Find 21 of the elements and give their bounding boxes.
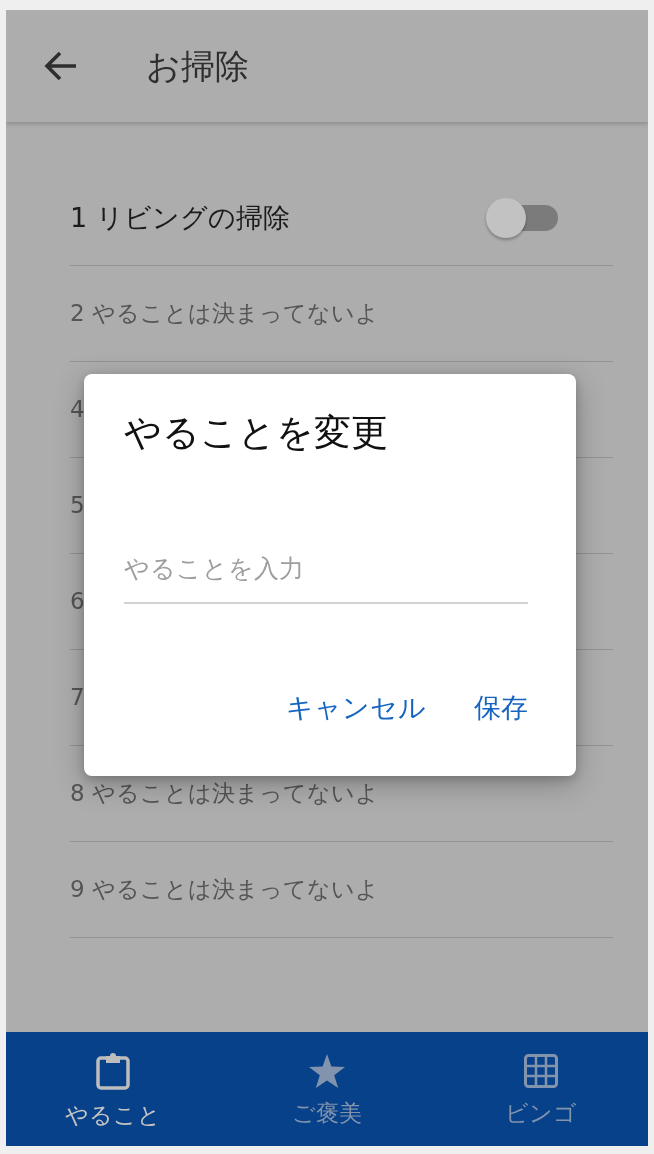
star-icon — [309, 1054, 345, 1089]
task-number: 7 — [70, 684, 85, 711]
save-button[interactable]: 保存 — [470, 684, 532, 733]
nav-tab[interactable]: ご褒美 — [220, 1032, 434, 1146]
task-number: 5 — [70, 492, 85, 519]
nav-tab[interactable]: やること — [6, 1032, 220, 1146]
toggle-switch[interactable] — [486, 197, 558, 238]
task-number: 4 — [70, 396, 85, 423]
clipboard-icon — [96, 1052, 130, 1091]
task-label: 1 リビングの掃除 — [70, 201, 290, 233]
task-label: 9 やることは決まってないよ — [70, 876, 379, 903]
task-label: 8 やることは決まってないよ — [70, 780, 379, 807]
cancel-button[interactable]: キャンセル — [282, 684, 430, 733]
nav-tab[interactable]: ビンゴ — [434, 1032, 648, 1146]
grid-icon — [524, 1054, 558, 1089]
task-label: 2 やることは決まってないよ — [70, 300, 379, 327]
task-number: 6 — [70, 588, 85, 615]
dialog-title: やることを変更 — [124, 410, 388, 456]
page-title: お掃除 — [146, 45, 249, 87]
back-arrow-icon — [44, 51, 78, 81]
task-input-field[interactable]: やることを入力 — [124, 544, 528, 605]
